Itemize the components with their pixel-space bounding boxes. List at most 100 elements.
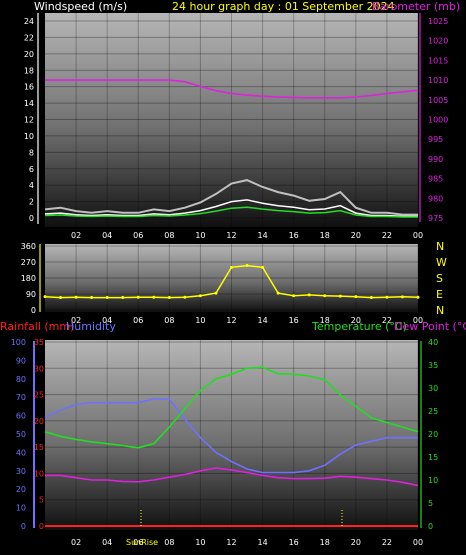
direction-tick-label: 180 <box>21 274 36 283</box>
x-tick-label: 10 <box>195 316 205 325</box>
x-tick-label: 22 <box>382 538 392 547</box>
humidity-tick-label: 0 <box>21 522 26 531</box>
x-tick-label: 00 <box>413 231 423 240</box>
wind-direction-point <box>121 296 125 300</box>
panel1-x-ticks: 02 04 06 08 10 12 14 16 18 20 22 00 <box>71 231 423 240</box>
temperature-tick-label: 40 <box>428 338 438 347</box>
humidity-tick-label: 50 <box>16 430 26 439</box>
panel-wind-barometer: 242220181614121086420 102510201015101010… <box>24 13 448 240</box>
rainfall-ticks: 35 30 25 20 15 10 5 0 <box>34 338 44 531</box>
wind-direction-point <box>183 295 187 299</box>
wind-direction-point <box>416 295 420 299</box>
x-tick-label: 04 <box>102 538 112 547</box>
windspeed-tick-label: 14 <box>24 99 34 108</box>
sunrise-label: SunRise <box>126 538 158 547</box>
x-tick-label: 16 <box>289 538 299 547</box>
barometer-tick-label: 975 <box>428 214 443 223</box>
direction-tick-label: 270 <box>21 258 36 267</box>
weather-chart: Windspeed (m/s) 24 hour graph day : 01 S… <box>0 0 466 547</box>
wind-direction-point <box>90 296 94 300</box>
x-tick-label: 12 <box>226 538 236 547</box>
wind-direction-point <box>354 295 358 299</box>
panel3-x-ticks: 02 04 06 08 10 12 14 16 18 20 22 00 <box>71 538 423 547</box>
x-tick-label: 14 <box>257 538 267 547</box>
x-tick-label: 04 <box>102 231 112 240</box>
wind-direction-point <box>323 294 327 298</box>
windspeed-tick-label: 24 <box>24 17 34 26</box>
wind-direction-point <box>400 295 404 299</box>
x-tick-label: 16 <box>289 231 299 240</box>
rainfall-tick-label: 0 <box>39 522 44 531</box>
wind-direction-point <box>276 291 280 295</box>
rainfall-tick-label: 25 <box>34 391 44 400</box>
windspeed-tick-label: 4 <box>29 181 34 190</box>
wind-direction-point <box>245 264 249 268</box>
windspeed-tick-label: 10 <box>24 132 34 141</box>
barometer-tick-label: 985 <box>428 175 443 184</box>
direction-tick-label: 0 <box>31 306 36 315</box>
compass-label: W <box>436 256 447 269</box>
x-tick-label: 08 <box>164 316 174 325</box>
rainfall-tick-label: 5 <box>39 496 44 505</box>
dewpoint-axis-title: Dew Point (°C) <box>394 320 466 333</box>
x-tick-label: 10 <box>195 231 205 240</box>
barometer-tick-label: 1000 <box>428 116 448 125</box>
temperature-tick-label: 10 <box>428 476 438 485</box>
humidity-tick-label: 20 <box>16 485 26 494</box>
barometer-tick-label: 1015 <box>428 56 448 65</box>
panel-wind-direction: 360270180900 NWSEN 02 04 06 08 10 12 14 16 18 20 2… <box>21 240 447 325</box>
x-tick-label: 14 <box>257 316 267 325</box>
humidity-tick-label: 60 <box>16 412 26 421</box>
humidity-tick-label: 80 <box>16 375 26 384</box>
direction-tick-label: 90 <box>26 290 36 299</box>
x-tick-label: 14 <box>257 231 267 240</box>
x-tick-label: 06 <box>133 231 143 240</box>
windspeed-tick-label: 18 <box>24 66 34 75</box>
wind-direction-point <box>136 295 140 299</box>
humidity-tick-label: 10 <box>16 504 26 513</box>
humidity-tick-label: 90 <box>16 356 26 365</box>
x-tick-label: 02 <box>71 538 81 547</box>
x-tick-label: 08 <box>164 231 174 240</box>
windspeed-ticks: 242220181614121086420 <box>24 17 34 223</box>
wind-direction-point <box>167 296 171 300</box>
humidity-tick-label: 40 <box>16 448 26 457</box>
humidity-tick-label: 100 <box>11 338 26 347</box>
wind-direction-point <box>74 295 78 299</box>
wind-direction-point <box>230 265 233 269</box>
humidity-tick-label: 70 <box>16 393 26 402</box>
x-tick-label: 20 <box>351 231 361 240</box>
x-tick-label: 12 <box>226 231 236 240</box>
wind-direction-point <box>307 293 311 297</box>
compass-labels: NWSEN <box>436 240 447 317</box>
x-tick-label: 18 <box>320 231 330 240</box>
humidity-tick-label: 30 <box>16 467 26 476</box>
windspeed-tick-label: 0 <box>29 214 34 223</box>
windspeed-tick-label: 16 <box>24 83 34 92</box>
x-tick-label: 16 <box>289 316 299 325</box>
direction-tick-label: 360 <box>21 242 36 251</box>
windspeed-tick-label: 6 <box>29 165 34 174</box>
x-tick-label: 00 <box>413 538 423 547</box>
x-tick-label: 10 <box>195 538 205 547</box>
chart-date-title: 24 hour graph day : 01 September 2024 <box>172 0 395 13</box>
direction-ticks: 360 270 180 90 0 <box>21 242 36 315</box>
rainfall-tick-label: 20 <box>34 417 44 426</box>
barometer-tick-label: 1025 <box>428 17 448 26</box>
wind-direction-point <box>338 294 342 298</box>
windspeed-tick-label: 22 <box>24 33 34 42</box>
barometer-tick-label: 995 <box>428 135 443 144</box>
barometer-tick-label: 1005 <box>428 96 448 105</box>
barometer-tick-label: 980 <box>428 194 443 203</box>
wind-direction-point <box>43 295 47 299</box>
x-tick-label: 12 <box>226 316 236 325</box>
wind-direction-point <box>152 295 156 299</box>
rainfall-axis-title: Rainfall (mm) <box>0 320 74 333</box>
rainfall-tick-label: 30 <box>34 364 44 373</box>
temperature-tick-label: 5 <box>428 499 433 508</box>
rainfall-tick-label: 15 <box>34 443 44 452</box>
temperature-axis-title: Temperature (°C) <box>311 320 407 333</box>
barometer-tick-label: 1010 <box>428 76 448 85</box>
wind-direction-point <box>214 291 218 295</box>
x-tick-label: 02 <box>71 231 81 240</box>
